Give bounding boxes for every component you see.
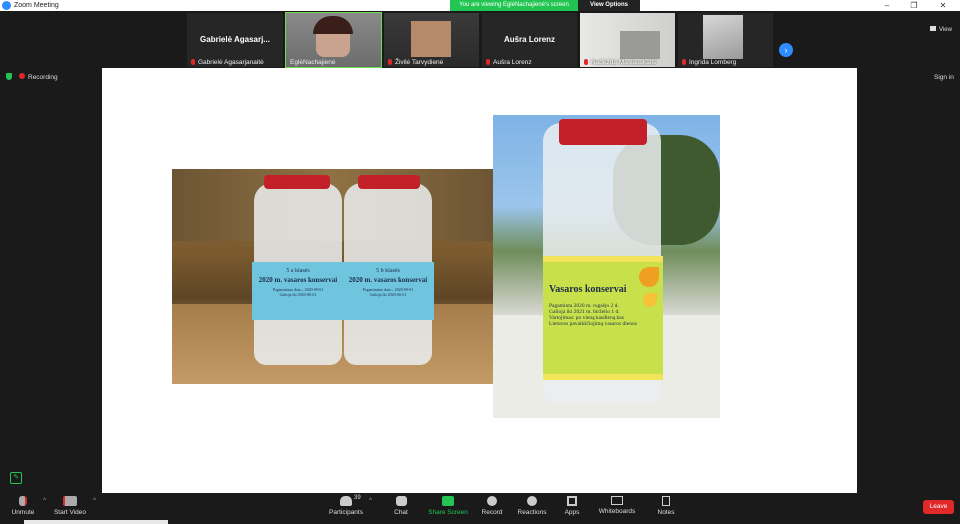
apps-icon [567, 496, 577, 506]
unmute-button[interactable]: Unmute ^ [8, 496, 46, 516]
shield-icon [6, 73, 12, 80]
notes-button[interactable]: Notes [656, 496, 676, 516]
chevron-up-icon[interactable]: ^ [369, 498, 372, 504]
participant-video [620, 31, 660, 59]
participants-icon [340, 496, 352, 506]
jar-lid [559, 119, 647, 145]
jar-label: 5 b klasės 2020 m. vasaros konservai Pag… [342, 262, 434, 320]
chevron-up-icon[interactable]: ^ [93, 498, 96, 504]
participant-gallery: Gabrielė Agasarj... Gabrielė Agasarjanai… [0, 11, 960, 68]
recording-label: Recording [28, 74, 58, 81]
jar-label: 5 a klasės 2020 m. vasaros konservai Pag… [252, 262, 344, 320]
viewing-banner: You are viewing EglėNachajienė's screen … [450, 0, 640, 11]
close-button[interactable]: ✕ [932, 0, 954, 11]
participant-tile[interactable]: Gabrielė Agasarj... Gabrielė Agasarjanai… [187, 13, 283, 67]
participant-caption: Ingrida Lomberg [682, 59, 736, 66]
share-screen-button[interactable]: Share Screen [428, 496, 468, 516]
view-button[interactable]: View [930, 26, 952, 33]
whiteboard-icon [611, 496, 623, 505]
record-dot-icon [19, 73, 25, 79]
autumn-leaf-icon [639, 267, 659, 287]
bottom-strip [24, 520, 168, 524]
participant-caption: Živilė Tarvydienė [388, 59, 443, 66]
window-title: Zoom Meeting [14, 2, 59, 9]
jar-lid [264, 175, 330, 189]
grid-view-icon [930, 26, 936, 31]
participants-button[interactable]: 39 Participants ^ [328, 495, 372, 516]
participants-count: 39 [354, 495, 361, 501]
muted-mic-icon [584, 59, 588, 65]
participant-hair [313, 16, 353, 34]
chat-icon [395, 496, 407, 506]
muted-mic-icon [682, 59, 686, 65]
shared-screen: 5 a klasės 2020 m. vasaros konservai Pag… [102, 68, 857, 493]
participant-tile[interactable]: Nadežda Maslauskaitė [580, 13, 675, 67]
notes-icon [662, 496, 670, 506]
pencil-icon[interactable]: ✎ [10, 472, 22, 484]
sign-in-link[interactable]: Sign in [934, 74, 954, 81]
participant-tile-active[interactable]: EglėNachajienė [285, 12, 382, 68]
muted-mic-icon [191, 59, 195, 65]
recording-indicator: Recording [6, 73, 58, 81]
view-options-button[interactable]: View Options [578, 0, 640, 11]
record-button[interactable]: Record [481, 496, 503, 516]
participant-name-large: Aušra Lorenz [503, 35, 556, 44]
chevron-up-icon[interactable]: ^ [43, 498, 46, 504]
minimize-button[interactable]: ‒ [876, 0, 898, 11]
smiley-icon [527, 496, 537, 506]
jar-lid [358, 175, 420, 189]
video-off-icon [63, 496, 77, 506]
participant-name-large: Gabrielė Agasarj... [200, 35, 270, 44]
leave-button[interactable]: Leave [923, 500, 954, 514]
next-page-icon[interactable]: › [779, 43, 793, 57]
viewing-screen-label: You are viewing EglėNachajienė's screen [450, 0, 578, 11]
start-video-button[interactable]: Start Video ^ [52, 496, 96, 516]
muted-mic-icon [388, 59, 392, 65]
share-screen-icon [442, 496, 454, 506]
autumn-leaf-icon [643, 293, 657, 307]
reactions-button[interactable]: Reactions [517, 496, 547, 516]
participant-caption: EglėNachajienė [290, 59, 336, 66]
muted-mic-icon [486, 59, 490, 65]
photo-two-jars: 5 a klasės 2020 m. vasaros konservai Pag… [172, 169, 493, 384]
participant-tile[interactable]: Aušra Lorenz Aušra Lorenz [482, 13, 577, 67]
participant-caption: Nadežda Maslauskaitė [584, 59, 657, 66]
participant-tile[interactable]: Živilė Tarvydienė [384, 13, 479, 67]
participant-caption: Aušra Lorenz [486, 59, 532, 66]
participant-tile[interactable]: Ingrida Lomberg [678, 13, 773, 67]
apps-button[interactable]: Apps [563, 496, 581, 516]
chat-button[interactable]: Chat [391, 496, 411, 516]
photo-single-jar: Vasaros konservai Pagaminta 2020 m. rugs… [493, 115, 720, 418]
maximize-button[interactable]: ❐ [903, 0, 925, 11]
participant-caption: Gabrielė Agasarjanaitė [191, 59, 264, 66]
participant-video [703, 15, 743, 59]
whiteboards-button[interactable]: Whiteboards [598, 496, 636, 515]
muted-mic-icon [19, 496, 27, 506]
record-icon [487, 496, 497, 506]
participant-video [411, 21, 451, 57]
zoom-logo-icon [2, 1, 11, 10]
